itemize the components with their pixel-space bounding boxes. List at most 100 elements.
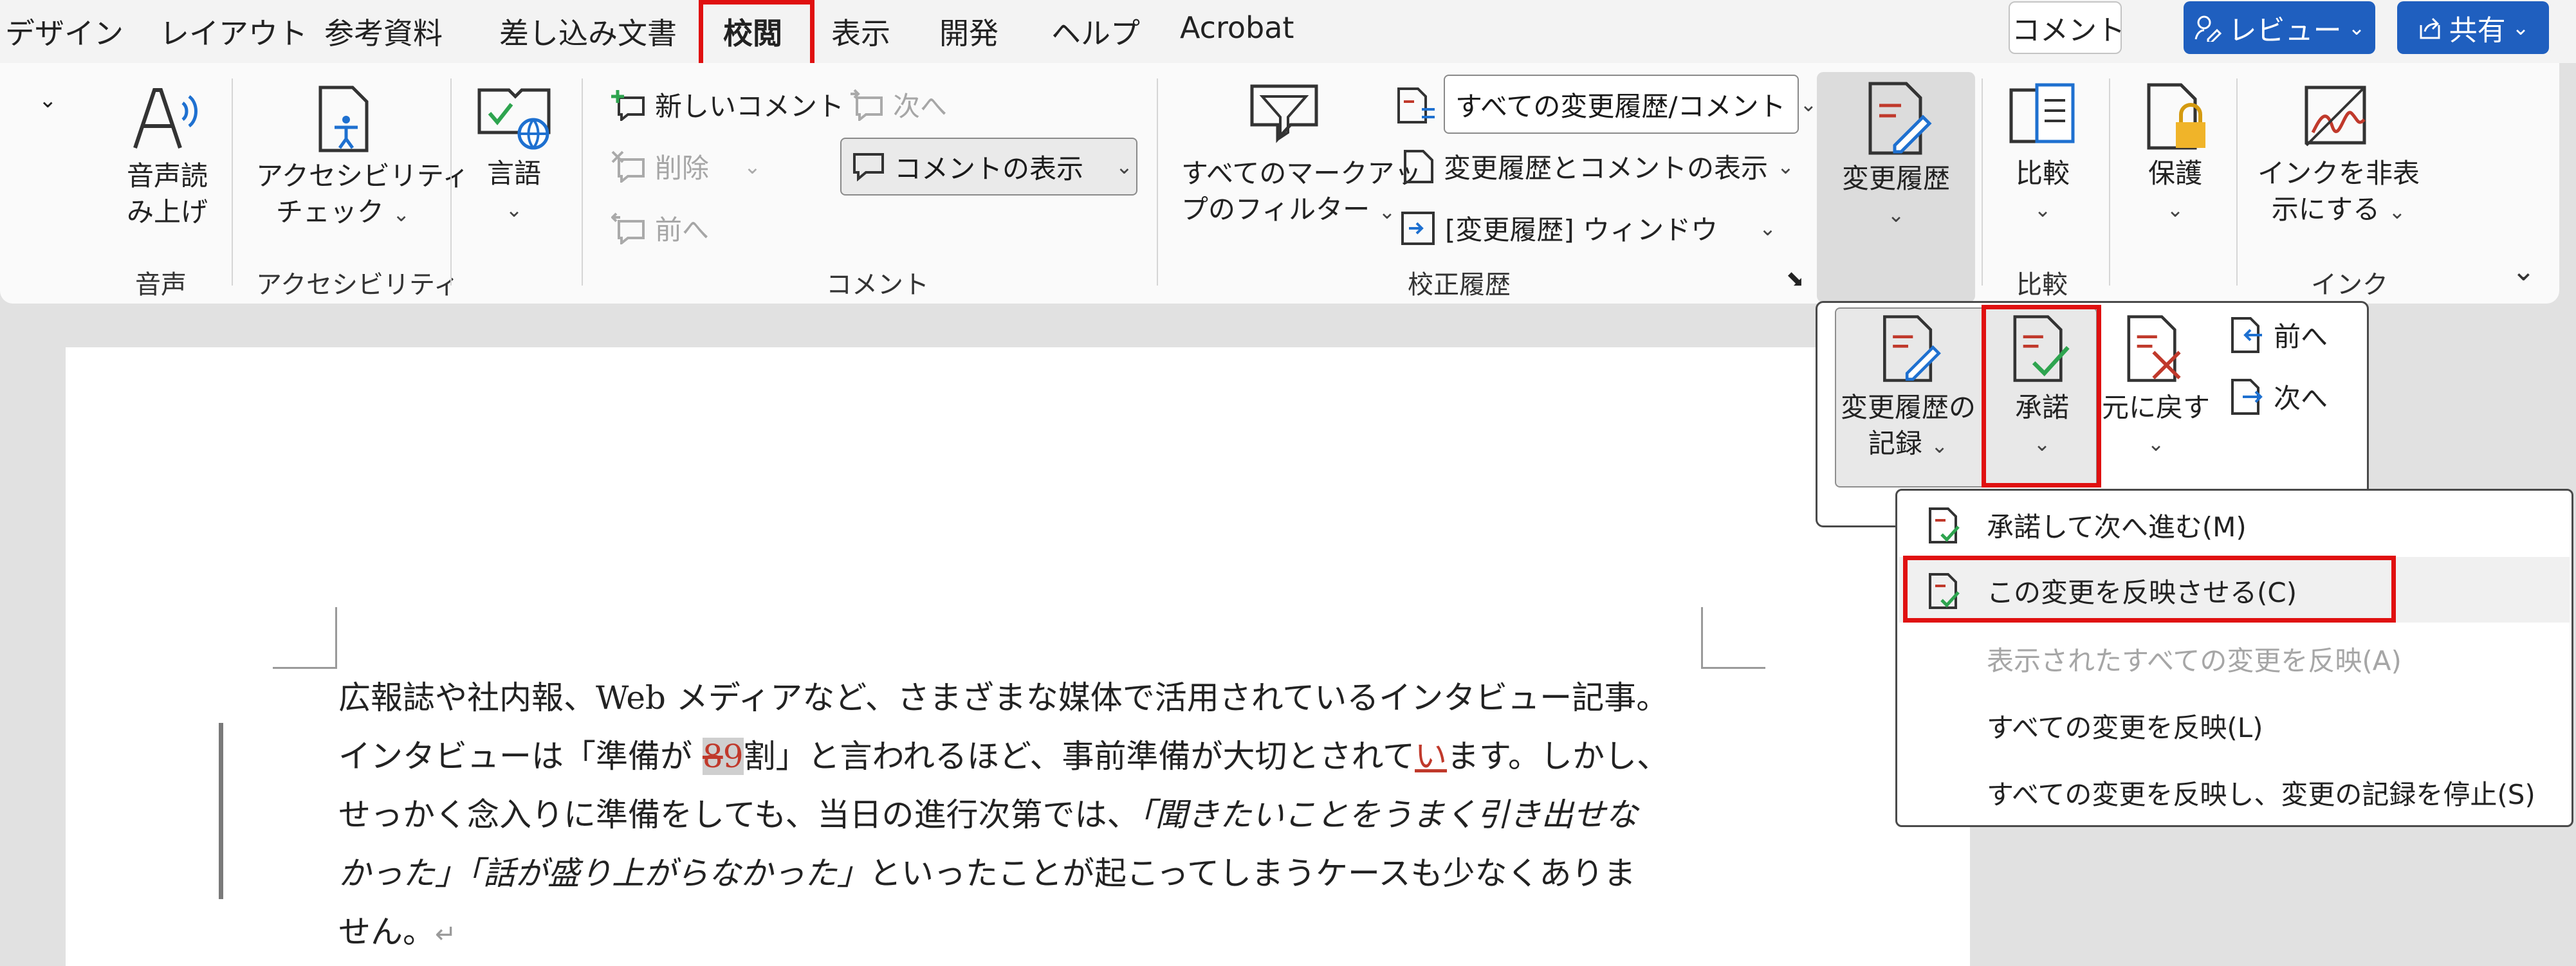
display-for-review-select[interactable]: すべての変更履歴/コメント ⌄ — [1444, 75, 1817, 134]
record-changes-label-2: 記録 — [1868, 428, 1922, 459]
chevron-down-icon: ⌄ — [505, 197, 523, 222]
menu-item-label: すべての変更を反映し、変更の記録を停止(S) — [1987, 779, 2535, 810]
chevron-down-icon: ⌄ — [1116, 154, 1133, 179]
comment-icon — [853, 153, 884, 181]
markup-filter-button[interactable]: すべてのマークアッ プのフィルター ⌄ — [1181, 81, 1422, 230]
show-markup-icon — [1404, 149, 1433, 183]
language-icon — [477, 88, 551, 150]
record-changes-button[interactable]: 変更履歴の 記録 ⌄ — [1837, 311, 1979, 464]
chevron-down-icon: ⌄ — [2512, 15, 2530, 40]
read-aloud-button[interactable]: 音声読 み上げ — [122, 84, 212, 230]
previous-change-button[interactable]: 前へ — [2230, 315, 2328, 354]
menu-item-accept-all-stop-tracking[interactable]: すべての変更を反映し、変更の記録を停止(S) — [1987, 773, 2535, 812]
display-for-review-value: すべての変更履歴/コメント — [1455, 90, 1786, 122]
chevron-down-icon: ⌄ — [1378, 199, 1396, 224]
show-comments-label: コメントの表示 — [894, 152, 1084, 185]
paragraph-mark: ↵ — [435, 920, 457, 949]
hide-ink-button[interactable]: インクを非表 示にする ⌄ — [2252, 81, 2425, 230]
menu-item-label: 表示されたすべての変更を反映(A) — [1987, 645, 2402, 677]
protect-label: 保護 — [2148, 158, 2202, 189]
divider — [1982, 78, 1983, 286]
accept-change-icon — [1929, 507, 1960, 543]
header-review-button[interactable]: レビュー ⌄ — [2184, 1, 2375, 54]
reject-label: 元に戻す — [2101, 392, 2210, 423]
prev-comment-icon — [611, 212, 645, 244]
dialog-launcher-icon[interactable]: ⬊ — [1786, 266, 1805, 292]
document-paragraph[interactable]: 広報誌や社内報、Web メディアなど、さまざまな媒体で活用されているインタビュー… — [338, 669, 1702, 964]
protect-button[interactable]: 保護 ⌄ — [2133, 81, 2217, 228]
delete-comment-label: 削除 — [655, 152, 710, 184]
tab-developer[interactable]: 開発 — [939, 10, 998, 53]
language-button[interactable]: 言語 ⌄ — [472, 81, 556, 228]
highlight-accept-button — [1982, 305, 2101, 488]
chevron-down-icon: ⌄ — [2348, 15, 2366, 40]
collapse-ribbon-icon[interactable]: ⌄ — [2512, 255, 2535, 287]
record-changes-label-1: 変更履歴の — [1840, 392, 1976, 423]
doc-line-2: インタビューは「準備が 89割」と言われるほど、事前準備が大切とされています。し… — [338, 738, 1670, 775]
track-changes-icon — [1883, 315, 1941, 382]
doc-line-5: せん。↵ — [338, 913, 457, 951]
chevron-down-icon[interactable]: ⌄ — [39, 87, 57, 113]
show-markup-button[interactable]: 変更履歴とコメントの表示 ⌄ — [1403, 147, 1794, 186]
tab-layout[interactable]: レイアウト — [160, 10, 308, 53]
header-share-button[interactable]: 共有 ⌄ — [2397, 1, 2549, 54]
protect-icon — [2147, 83, 2205, 150]
menu-item-accept-all[interactable]: すべての変更を反映(L) — [1987, 706, 2263, 745]
new-comment-button[interactable]: 新しいコメント — [611, 85, 844, 124]
menu-item-accept-and-next[interactable]: 承諾して次へ進む(M) — [1927, 506, 2247, 545]
divider — [1157, 78, 1158, 286]
reviewing-pane-icon — [1401, 211, 1435, 245]
read-aloud-label-2: み上げ — [126, 196, 208, 228]
chevron-down-icon: ⌄ — [1887, 203, 1905, 227]
next-change-button[interactable]: 次へ — [2230, 377, 2328, 416]
chevron-down-icon: ⌄ — [1931, 433, 1949, 458]
prev-comment-label: 前へ — [655, 214, 710, 246]
language-label: 言語 — [486, 158, 541, 189]
header-comment-button[interactable]: コメント — [2009, 1, 2125, 54]
tab-view[interactable]: 表示 — [831, 10, 890, 53]
display-for-review-icon — [1397, 87, 1435, 123]
reject-button[interactable]: 元に戻す ⌄ — [2101, 311, 2211, 462]
tab-design[interactable]: デザイン — [5, 10, 124, 53]
chevron-down-icon: ⌄ — [2166, 197, 2184, 222]
header-comment-label: コメント — [2012, 14, 2125, 47]
group-tracking-label: 校正履歴 — [1408, 270, 1511, 300]
reviewing-pane-button[interactable]: [変更履歴] ウィンドウ ⌄ — [1400, 208, 1776, 248]
markup-filter-label-1: すべてのマークアッ — [1181, 158, 1422, 189]
accessibility-icon — [318, 86, 369, 152]
divider — [2236, 78, 2238, 286]
next-comment-button[interactable]: 次へ — [849, 85, 947, 124]
prev-comment-button[interactable]: 前へ — [611, 208, 709, 248]
show-comments-button[interactable]: コメントの表示 ⌄ — [840, 138, 1137, 196]
header-share-label: 共有 — [2449, 14, 2506, 47]
track-changes-button[interactable]: 変更履歴 ⌄ — [1821, 80, 1971, 233]
chevron-down-icon: ⌄ — [2034, 197, 2052, 222]
delete-comment-button[interactable]: 削除 ⌄ — [611, 147, 761, 186]
previous-change-icon — [2231, 316, 2262, 353]
compare-button[interactable]: 比較 ⌄ — [2001, 81, 2084, 228]
track-changes-label: 変更履歴 — [1841, 163, 1950, 194]
review-icon — [2194, 15, 2222, 42]
reject-icon — [2127, 315, 2181, 382]
tracked-insertion: 9 — [722, 738, 744, 775]
track-changes-icon — [1868, 82, 1932, 155]
tab-references[interactable]: 参考資料 — [324, 10, 443, 53]
margin-corner-mark — [1701, 607, 1765, 669]
doc-line-1: 広報誌や社内報、Web メディアなど、さまざまな媒体で活用されているインタビュー… — [338, 679, 1669, 716]
tab-acrobat[interactable]: Acrobat — [1180, 10, 1294, 45]
filter-icon — [1250, 84, 1318, 143]
accessibility-check-button[interactable]: アクセシビリティ チェック ⌄ — [256, 84, 469, 232]
tab-help[interactable]: ヘルプ — [1051, 10, 1140, 53]
menu-item-accept-all-shown[interactable]: 表示されたすべての変更を反映(A) — [1987, 639, 2402, 679]
new-comment-icon — [611, 89, 645, 121]
hide-ink-icon — [2305, 86, 2366, 147]
margin-corner-mark — [273, 607, 337, 669]
tab-mailings[interactable]: 差し込み文書 — [499, 10, 677, 53]
menu-item-label: すべての変更を反映(L) — [1987, 712, 2263, 743]
doc-line-4: かった」「話が盛り上がらなかった」といったことが起こってしまうケースも少なくあり… — [338, 855, 1636, 892]
reviewing-pane-label: [変更履歴] ウィンドウ — [1445, 214, 1718, 246]
divider — [582, 78, 583, 286]
hide-ink-label-2: 示にする — [2271, 194, 2380, 225]
chevron-down-icon: ⌄ — [2147, 432, 2165, 456]
markup-filter-label-2: プのフィルター — [1181, 194, 1370, 225]
